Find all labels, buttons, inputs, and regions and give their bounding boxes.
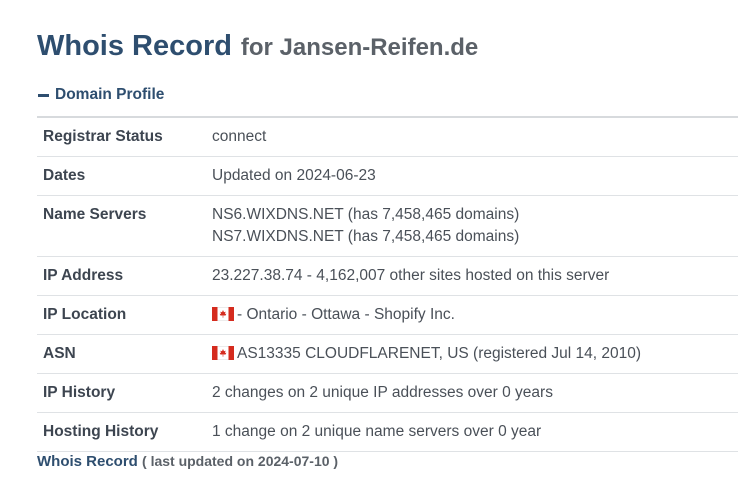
row-value-line: NS6.WIXDNS.NET (has 7,458,465 domains) bbox=[212, 204, 738, 226]
domain-profile-table: Registrar Status connect Dates Updated on 2… bbox=[37, 116, 738, 452]
row-label: IP Location bbox=[43, 306, 127, 323]
canada-flag-icon bbox=[211, 345, 235, 361]
row-value-text: NS7.WIXDNS.NET (has 7,458,465 domains) bbox=[212, 228, 520, 245]
row-value: 1 change on 2 unique name servers over 0… bbox=[206, 413, 738, 452]
row-label: Dates bbox=[43, 167, 86, 184]
row-value: NS6.WIXDNS.NET (has 7,458,465 domains) NS… bbox=[206, 196, 738, 257]
domain-profile-toggle[interactable]: Domain Profile bbox=[38, 86, 164, 104]
whois-page: Whois Record for Jansen-Reifen.de Domain… bbox=[0, 0, 738, 477]
row-value-line: connect bbox=[212, 126, 738, 148]
table-row: Hosting History 1 change on 2 unique name… bbox=[37, 412, 738, 452]
row-value-line: - Ontario - Ottawa - Shopify Inc. bbox=[211, 304, 738, 326]
row-label: IP History bbox=[43, 384, 116, 401]
section-label[interactable]: Domain Profile bbox=[55, 86, 164, 104]
table-row: Dates Updated on 2024-06-23 bbox=[37, 156, 738, 196]
row-value-line: 2 changes on 2 unique IP addresses over … bbox=[212, 382, 738, 404]
row-value-text: 1 change on 2 unique name servers over 0… bbox=[212, 423, 542, 440]
row-value-line: NS7.WIXDNS.NET (has 7,458,465 domains) bbox=[212, 226, 738, 248]
table-row: IP History 2 changes on 2 unique IP addre… bbox=[37, 373, 738, 413]
table-row: Name Servers NS6.WIXDNS.NET (has 7,458,46… bbox=[37, 195, 738, 257]
table-row: IP Location - Ontario - Ottawa - Shopify … bbox=[37, 295, 738, 335]
row-label: IP Address bbox=[43, 267, 124, 284]
row-value: 2 changes on 2 unique IP addresses over … bbox=[206, 374, 738, 413]
page-title: Whois Record for Jansen-Reifen.de bbox=[37, 24, 478, 68]
last-updated-text: ( last updated on 2024-07-10 ) bbox=[142, 453, 339, 469]
row-value-text: AS13335 CLOUDFLARENET, US (registered Ju… bbox=[237, 345, 642, 362]
minus-icon[interactable] bbox=[38, 94, 49, 97]
row-value: 23.227.38.74 - 4,162,007 other sites hos… bbox=[206, 257, 738, 296]
row-value-line: Updated on 2024-06-23 bbox=[212, 165, 738, 187]
page-title-domain: for Jansen-Reifen.de bbox=[240, 34, 479, 61]
page-title-main: Whois Record bbox=[37, 30, 232, 62]
table-row: IP Address 23.227.38.74 - 4,162,007 other… bbox=[37, 256, 738, 296]
canada-flag-icon bbox=[211, 306, 235, 322]
row-label: Hosting History bbox=[43, 423, 159, 440]
row-value-text: 2 changes on 2 unique IP addresses over … bbox=[212, 384, 553, 401]
row-value-text: NS6.WIXDNS.NET (has 7,458,465 domains) bbox=[212, 206, 520, 223]
row-label: Name Servers bbox=[43, 206, 147, 223]
row-label: Registrar Status bbox=[43, 128, 163, 145]
row-value: AS13335 CLOUDFLARENET, US (registered Ju… bbox=[206, 335, 738, 374]
table-row: ASN AS13335 CLOUDFLARENET, US (registered… bbox=[37, 334, 738, 374]
row-value-line: 1 change on 2 unique name servers over 0… bbox=[212, 421, 738, 443]
table-row: Registrar Status connect bbox=[37, 117, 738, 157]
row-value: connect bbox=[206, 117, 738, 157]
row-value-text: Updated on 2024-06-23 bbox=[212, 167, 376, 184]
row-value-text: 23.227.38.74 - 4,162,007 other sites hos… bbox=[212, 267, 610, 284]
row-value-line: 23.227.38.74 - 4,162,007 other sites hos… bbox=[212, 265, 738, 287]
row-value: Updated on 2024-06-23 bbox=[206, 157, 738, 196]
row-value: - Ontario - Ottawa - Shopify Inc. bbox=[206, 296, 738, 335]
row-value-text: - Ontario - Ottawa - Shopify Inc. bbox=[237, 306, 455, 323]
whois-record-link[interactable]: Whois Record bbox=[37, 453, 138, 470]
row-label: ASN bbox=[43, 345, 76, 362]
row-value-text: connect bbox=[212, 128, 267, 145]
row-value-line: AS13335 CLOUDFLARENET, US (registered Ju… bbox=[211, 343, 738, 365]
footer: Whois Record ( last updated on 2024-07-1… bbox=[37, 453, 338, 470]
